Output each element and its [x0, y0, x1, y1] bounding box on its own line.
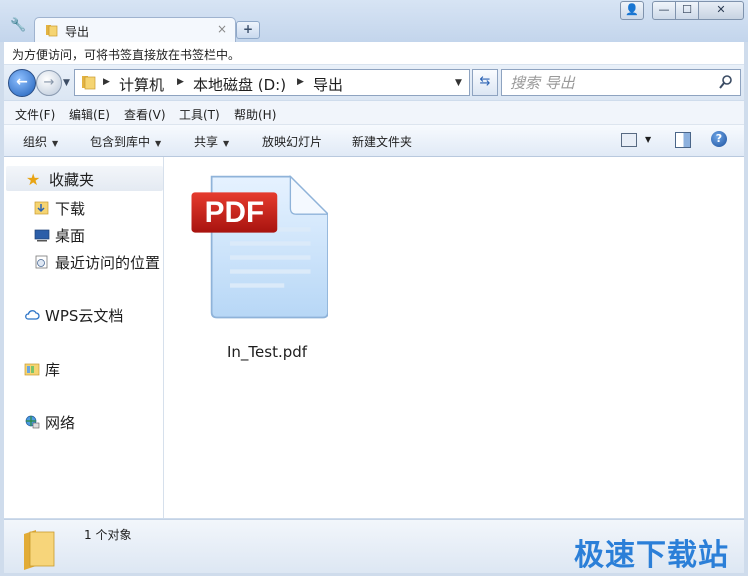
menu-bar: 文件(F) 编辑(E) 查看(V) 工具(T) 帮助(H)	[4, 101, 744, 125]
title-bar: 🔧 导出 × + 👤 — ☐ ✕	[0, 0, 748, 43]
nav-label: WPS云文档	[45, 307, 124, 325]
crumb-separator-icon[interactable]: ▶	[103, 77, 110, 87]
menu-view[interactable]: 查看(V)	[124, 106, 166, 123]
crumb-separator-icon[interactable]: ▶	[177, 77, 184, 87]
slideshow-button[interactable]: 放映幻灯片	[262, 133, 322, 150]
nav-label: 下载	[55, 200, 86, 218]
tab-close-icon[interactable]: ×	[217, 22, 227, 36]
hint-text: 为方便访问，可将书签直接放在书签栏中。	[12, 48, 241, 62]
menu-tools[interactable]: 工具(T)	[179, 106, 220, 123]
crumb-separator-icon[interactable]: ▶	[297, 77, 304, 87]
include-library-button[interactable]: 包含到库中 ▼	[90, 133, 161, 150]
history-dropdown-icon[interactable]: ▼	[63, 78, 70, 88]
menu-help[interactable]: 帮助(H)	[234, 106, 276, 123]
crumb-export[interactable]: 导出	[313, 74, 343, 95]
folder-icon	[82, 76, 96, 90]
downloads-folder-icon	[34, 201, 49, 215]
desktop-icon	[34, 229, 50, 242]
watermark-logo: 极速下载站	[574, 538, 729, 573]
navigation-pane: ★ 收藏夹 下载 桌面 最近访问的位置 WPS云文档 库 网络	[4, 157, 164, 518]
nav-label: 桌面	[55, 227, 86, 245]
search-input[interactable]	[508, 73, 712, 93]
wrench-icon[interactable]: 🔧	[10, 18, 26, 33]
cloud-icon	[25, 310, 40, 320]
chevron-down-icon[interactable]: ▼	[645, 135, 651, 144]
network-icon	[25, 415, 40, 429]
pdf-badge: PDF	[205, 196, 265, 229]
search-icon[interactable]	[718, 74, 734, 90]
star-icon: ★	[26, 170, 41, 189]
chevron-down-icon: ▼	[155, 139, 162, 148]
chevron-down-icon: ▼	[223, 139, 230, 148]
nav-item-network[interactable]: 网络	[24, 412, 75, 433]
preview-pane-icon[interactable]	[675, 132, 691, 148]
refresh-icon[interactable]: ⇆	[472, 69, 498, 96]
nav-label: 收藏夹	[49, 171, 95, 189]
bookmark-hint-bar: 为方便访问，可将书签直接放在书签栏中。	[4, 42, 744, 65]
nav-label: 库	[45, 361, 61, 379]
menu-edit[interactable]: 编辑(E)	[69, 106, 110, 123]
user-button[interactable]: 👤	[620, 1, 644, 20]
address-row: ← → ▼ ▶ 计算机 ▶ 本地磁盘 (D:) ▶ 导出 ▼ ⇆	[4, 65, 744, 100]
organize-button[interactable]: 组织 ▼	[23, 133, 58, 150]
help-icon[interactable]: ?	[711, 131, 727, 147]
search-box[interactable]	[501, 69, 741, 96]
library-icon	[24, 363, 40, 376]
tab-title: 导出	[65, 25, 90, 39]
organize-label: 组织	[23, 135, 48, 149]
crumb-local-disk[interactable]: 本地磁盘 (D:)	[193, 74, 286, 95]
nav-label: 最近访问的位置	[55, 254, 161, 272]
nav-item-desktop[interactable]: 桌面	[34, 225, 85, 246]
recent-places-icon	[35, 255, 48, 269]
nav-label: 网络	[45, 414, 76, 432]
new-folder-button[interactable]: 新建文件夹	[352, 133, 412, 150]
chevron-down-icon: ▼	[52, 139, 59, 148]
nav-item-favorites[interactable]: ★ 收藏夹	[6, 166, 163, 191]
file-name: In_Test.pdf	[227, 343, 308, 361]
address-dropdown-icon[interactable]: ▼	[455, 78, 462, 88]
folder-icon	[24, 530, 55, 570]
command-bar: 组织 ▼ 包含到库中 ▼ 共享 ▼ 放映幻灯片 新建文件夹 ▼ ?	[4, 125, 744, 157]
view-icon[interactable]	[621, 133, 637, 147]
item-count: 1 个对象	[84, 528, 132, 542]
back-button[interactable]: ←	[8, 69, 36, 97]
menu-file[interactable]: 文件(F)	[15, 106, 55, 123]
close-button[interactable]: ✕	[698, 1, 744, 20]
maximize-button[interactable]: ☐	[675, 1, 699, 20]
address-bar[interactable]: ▶ 计算机 ▶ 本地磁盘 (D:) ▶ 导出 ▼	[74, 69, 470, 96]
pdf-file-icon: PDF	[191, 174, 328, 319]
share-label: 共享	[194, 135, 219, 149]
nav-item-wps-cloud[interactable]: WPS云文档	[24, 305, 123, 326]
forward-button[interactable]: →	[36, 70, 62, 96]
nav-item-recent[interactable]: 最近访问的位置	[34, 252, 163, 273]
nav-item-library[interactable]: 库	[24, 359, 60, 380]
share-button[interactable]: 共享 ▼	[194, 133, 229, 150]
include-library-label: 包含到库中	[90, 135, 151, 149]
file-item[interactable]: PDF In_Test.pdf	[184, 165, 364, 365]
status-bar: 1 个对象 极速下载站	[4, 519, 744, 573]
file-list-pane: PDF In_Test.pdf	[164, 157, 744, 518]
new-tab-button[interactable]: +	[236, 21, 260, 39]
folder-icon	[46, 25, 58, 37]
minimize-button[interactable]: —	[652, 1, 676, 20]
tab-export[interactable]: 导出 ×	[34, 17, 236, 43]
crumb-computer[interactable]: 计算机	[119, 74, 164, 95]
nav-item-downloads[interactable]: 下载	[34, 198, 85, 219]
